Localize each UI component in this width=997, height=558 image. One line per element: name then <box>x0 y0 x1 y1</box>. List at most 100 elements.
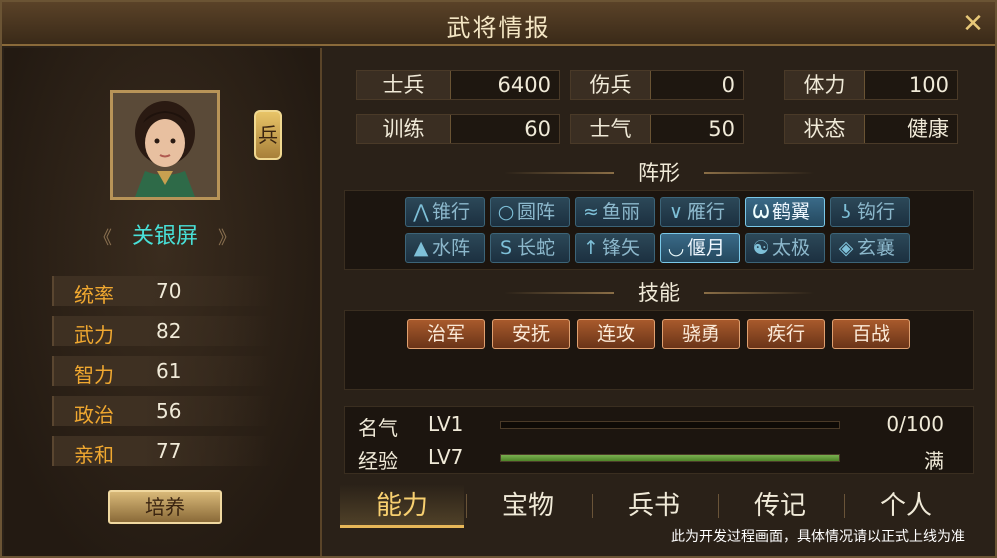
attribute-label: 智力 <box>74 363 114 387</box>
arrow-icon: ↑ <box>583 237 599 259</box>
info-value: 50 <box>708 117 735 141</box>
formation-button[interactable]: ∨ 雁行 <box>660 197 740 227</box>
skills-panel: 治军 安抚 连攻 骁勇 疾行 百战 <box>344 310 974 390</box>
level-value: 0/100 <box>886 412 944 436</box>
level-label: 经验 <box>358 449 398 473</box>
formation-label: 圆阵 <box>517 201 556 223</box>
general-name: 关银屏 <box>131 224 198 249</box>
formation-label: 玄襄 <box>857 237 896 259</box>
skill-button[interactable]: 连攻 <box>577 319 655 349</box>
attribute-label: 统率 <box>74 283 114 307</box>
taiji-icon: ☯ <box>752 237 770 259</box>
level-lv: LV7 <box>428 445 464 469</box>
name-plate: 《 关银屏 》 <box>94 220 236 254</box>
skill-button[interactable]: 安抚 <box>492 319 570 349</box>
skill-button[interactable]: 骁勇 <box>662 319 740 349</box>
snake-icon: S <box>499 237 513 259</box>
attribute-row: 统率 70 <box>52 276 272 307</box>
close-icon[interactable]: ✕ <box>959 10 987 38</box>
formation-label: 钩行 <box>857 201 896 223</box>
formation-button[interactable]: ▲ 水阵 <box>405 233 485 263</box>
formation-label: 锋矢 <box>602 237 641 259</box>
skills-title: 技能 <box>638 281 680 305</box>
info-label: 伤兵 <box>571 71 651 99</box>
formation-label: 水阵 <box>432 237 471 259</box>
skill-button[interactable]: 治军 <box>407 319 485 349</box>
formation-button[interactable]: ≈ 鱼丽 <box>575 197 655 227</box>
info-value: 100 <box>908 73 949 97</box>
diamond-icon: ◈ <box>838 237 854 259</box>
info-label: 训练 <box>357 115 451 143</box>
info-training: 训练 60 <box>356 114 560 144</box>
attribute-value: 61 <box>156 359 182 383</box>
divider <box>504 172 614 174</box>
info-wounded: 伤兵 0 <box>570 70 744 100</box>
level-lv: LV1 <box>428 412 464 436</box>
formation-label: 偃月 <box>687 237 726 259</box>
formation-label: 鱼丽 <box>602 201 641 223</box>
formation-header: 阵形 <box>504 158 814 188</box>
experience-row: 经验 LV7 满 <box>358 443 958 473</box>
formation-button[interactable]: ⋀ 锥行 <box>405 197 485 227</box>
attribute-value: 56 <box>156 399 182 423</box>
attribute-label: 亲和 <box>74 443 114 467</box>
formation-button[interactable]: ◈ 玄襄 <box>830 233 910 263</box>
info-label: 体力 <box>785 71 865 99</box>
title-bar: 武将情报 ✕ <box>2 2 995 46</box>
tab-personal[interactable]: 个人 <box>844 484 968 528</box>
attribute-row: 政治 56 <box>52 396 272 427</box>
level-value: 满 <box>924 449 944 473</box>
formation-panel: ⋀锥行 ○圆阵 ≈鱼丽 ∨雁行 Ѡ鹤翼 ʖ 钩行 ▲水阵 S长蛇 <box>344 190 974 270</box>
tab-military-book[interactable]: 兵书 <box>592 484 716 528</box>
info-status: 状态 健康 <box>784 114 958 144</box>
info-stamina: 体力 100 <box>784 70 958 100</box>
attribute-value: 82 <box>156 319 182 343</box>
attribute-label: 政治 <box>74 403 114 427</box>
info-label: 状态 <box>785 115 865 143</box>
tab-biography[interactable]: 传记 <box>718 484 842 528</box>
wave-icon: ▲ <box>413 237 429 259</box>
troop-type-badge: 兵 <box>254 110 282 160</box>
development-notice: 此为开发过程画面，具体情况请以正式上线为准 <box>671 529 965 545</box>
info-value: 0 <box>721 73 735 97</box>
formation-button[interactable]: ○ 圆阵 <box>490 197 570 227</box>
level-label: 名气 <box>358 416 398 440</box>
ornament-left-icon: 《 <box>94 228 112 249</box>
formation-label: 雁行 <box>687 201 726 223</box>
formation-label: 太极 <box>772 237 811 259</box>
hook-icon: ʖ <box>841 201 851 223</box>
formation-button-active[interactable]: ◡ 偃月 <box>660 233 740 263</box>
attribute-row: 智力 61 <box>52 356 272 387</box>
bottom-tabs: 能力 宝物 兵书 传记 个人 <box>338 484 988 528</box>
formation-button[interactable]: S 长蛇 <box>490 233 570 263</box>
formation-label: 锥行 <box>432 201 471 223</box>
train-button[interactable]: 培养 <box>108 490 222 524</box>
progress-fill <box>501 455 839 461</box>
general-portrait <box>110 90 220 200</box>
info-value: 健康 <box>907 117 949 141</box>
fame-progress-bar <box>500 421 840 429</box>
tab-ability[interactable]: 能力 <box>340 484 464 528</box>
ornament-right-icon: 》 <box>218 228 236 249</box>
v-shape-icon: ∨ <box>669 201 683 223</box>
divider <box>504 292 614 294</box>
info-morale: 士气 50 <box>570 114 744 144</box>
arrow-up-icon: ⋀ <box>413 201 429 223</box>
info-value: 60 <box>524 117 551 141</box>
skill-button[interactable]: 疾行 <box>747 319 825 349</box>
crescent-icon: ◡ <box>667 237 685 259</box>
formation-button[interactable]: ☯ 太极 <box>745 233 825 263</box>
skill-button[interactable]: 百战 <box>832 319 910 349</box>
formation-button-active[interactable]: Ѡ 鹤翼 <box>745 197 825 227</box>
window-title: 武将情报 <box>446 14 551 42</box>
tab-treasure[interactable]: 宝物 <box>466 484 590 528</box>
formation-button[interactable]: ↑ 锋矢 <box>575 233 655 263</box>
formation-label: 长蛇 <box>517 237 556 259</box>
attribute-list: 统率 70 武力 82 智力 61 政治 56 亲和 77 <box>52 276 272 476</box>
info-label: 士兵 <box>357 71 451 99</box>
attribute-row: 亲和 77 <box>52 436 272 467</box>
formation-button[interactable]: ʖ 钩行 <box>830 197 910 227</box>
general-profile-panel: 兵 《 关银屏 》 统率 70 武力 82 智力 61 政治 56 亲和 77 … <box>4 48 322 556</box>
info-soldiers: 士兵 6400 <box>356 70 560 100</box>
attribute-row: 武力 82 <box>52 316 272 347</box>
